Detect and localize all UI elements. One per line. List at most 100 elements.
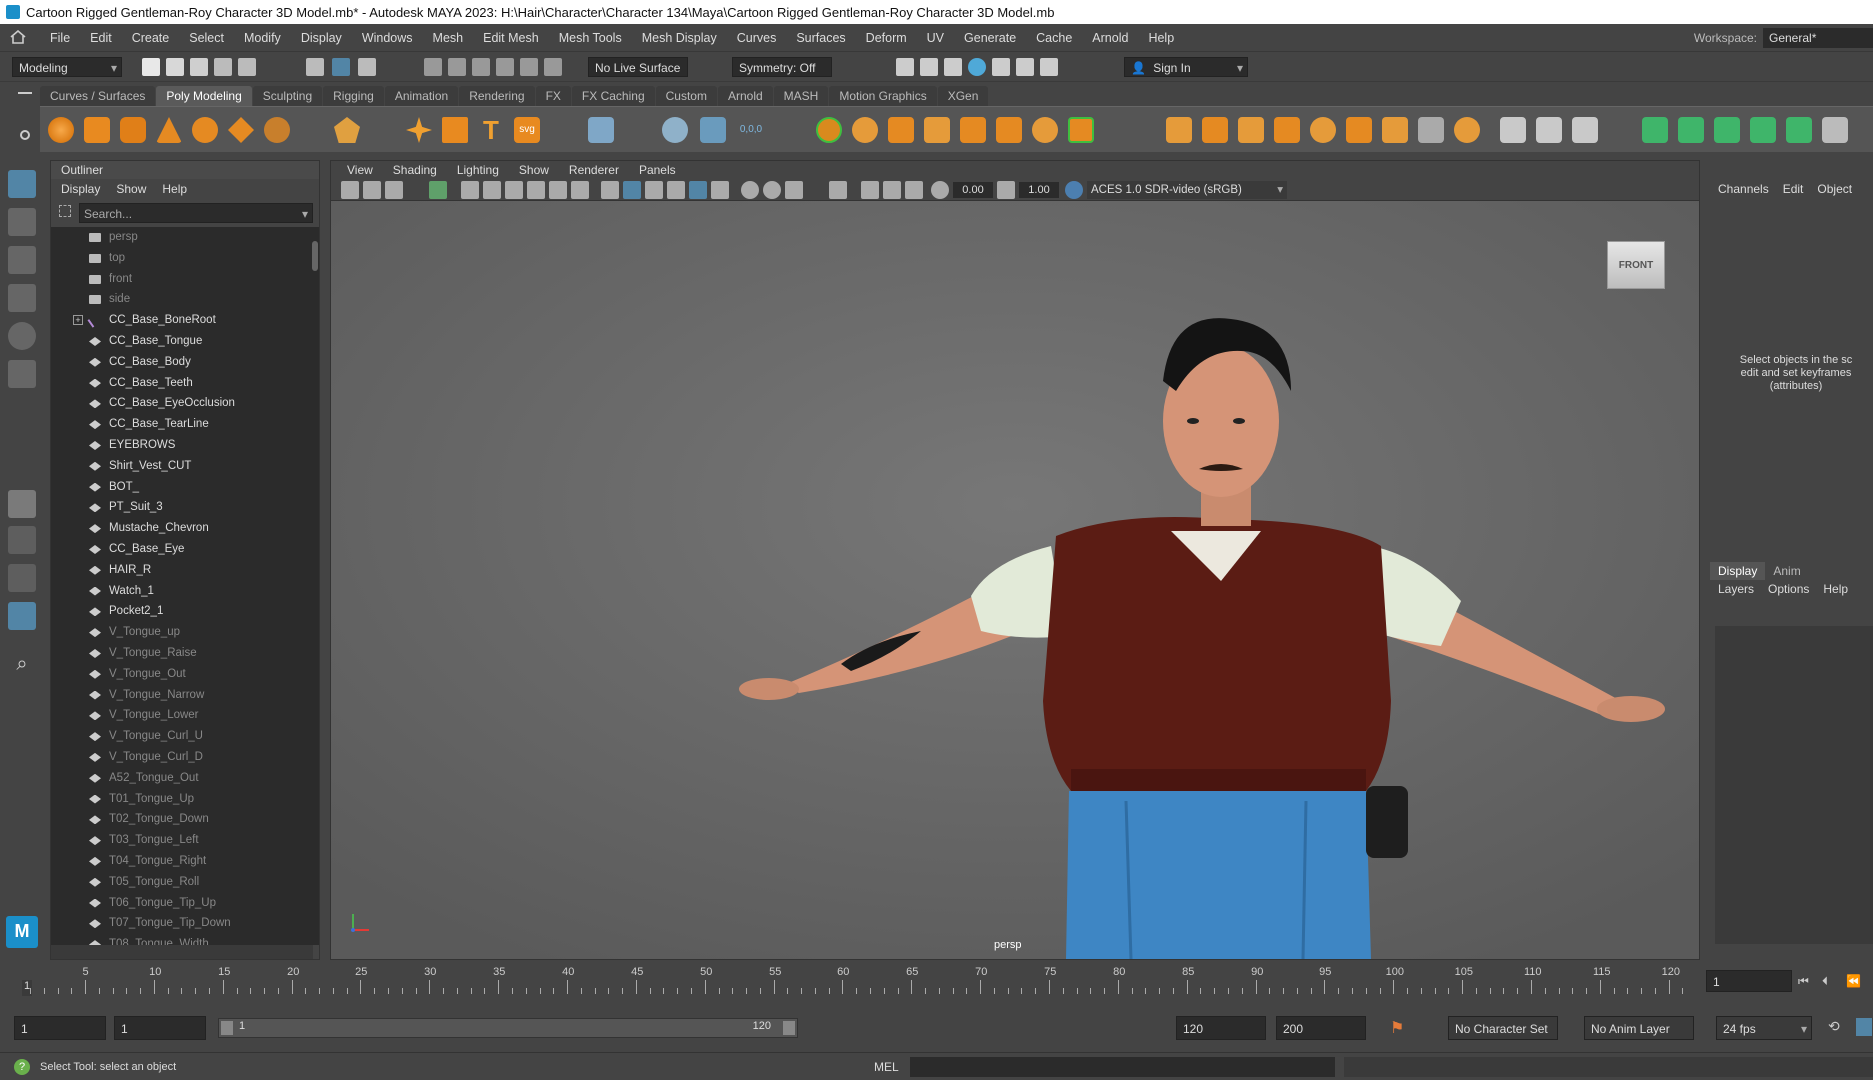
outliner-item[interactable]: Watch_1 bbox=[51, 581, 313, 602]
shelf-settings-icon[interactable] bbox=[20, 130, 30, 140]
anim-layer-dropdown[interactable]: No Anim Layer bbox=[1584, 1016, 1694, 1040]
bevel-icon[interactable] bbox=[1068, 117, 1094, 143]
home-icon[interactable] bbox=[10, 29, 26, 44]
menu-set-dropdown[interactable]: Modeling ▾ bbox=[12, 57, 122, 77]
menu-item-modify[interactable]: Modify bbox=[234, 24, 291, 52]
render-current-icon[interactable] bbox=[896, 58, 914, 76]
fps-dropdown[interactable]: 24 fps ▾ bbox=[1716, 1016, 1812, 1040]
outliner-layout-icon[interactable] bbox=[8, 602, 36, 630]
single-perspective-layout-icon[interactable] bbox=[8, 490, 36, 518]
live-surface-field[interactable]: No Live Surface bbox=[588, 57, 688, 77]
select-component-icon[interactable] bbox=[358, 58, 376, 76]
outliner-item[interactable]: top bbox=[51, 248, 313, 269]
select-hierarchy-icon[interactable] bbox=[306, 58, 324, 76]
camera-attr-icon[interactable] bbox=[363, 181, 381, 199]
menu-item-windows[interactable]: Windows bbox=[352, 24, 423, 52]
viewport-menu-show[interactable]: Show bbox=[509, 161, 559, 179]
script-language-label[interactable]: MEL bbox=[874, 1060, 899, 1074]
sign-in-button[interactable]: 👤 Sign In ▾ bbox=[1124, 57, 1248, 77]
snap-curve-icon[interactable] bbox=[448, 58, 466, 76]
range-end-handle[interactable] bbox=[783, 1021, 795, 1035]
viewport-menu-view[interactable]: View bbox=[337, 161, 383, 179]
rotate-tool-icon[interactable] bbox=[8, 322, 36, 350]
gate-mask-icon[interactable] bbox=[527, 181, 545, 199]
render-ipr-icon[interactable] bbox=[920, 58, 938, 76]
field-chart-icon[interactable] bbox=[549, 181, 567, 199]
outliner-item[interactable]: side bbox=[51, 289, 313, 310]
viewport-menu-shading[interactable]: Shading bbox=[383, 161, 447, 179]
camera-select-icon[interactable] bbox=[341, 181, 359, 199]
xray-joints-icon[interactable] bbox=[883, 181, 901, 199]
menu-item-select[interactable]: Select bbox=[179, 24, 234, 52]
outliner-item[interactable]: persp bbox=[51, 227, 313, 248]
exposure-icon[interactable] bbox=[931, 181, 949, 199]
combine-icon[interactable] bbox=[816, 117, 842, 143]
soft-select-icon[interactable] bbox=[1572, 117, 1598, 143]
shelf-tab-xgen[interactable]: XGen bbox=[937, 86, 989, 106]
search-icon[interactable]: ⌕ bbox=[8, 650, 36, 678]
shelf-tab-rigging[interactable]: Rigging bbox=[323, 86, 384, 106]
shelf-tab-custom[interactable]: Custom bbox=[655, 86, 717, 106]
anim-prefs-icon[interactable] bbox=[1856, 1018, 1872, 1036]
center-pivot-icon[interactable] bbox=[662, 117, 688, 143]
channel-box-menu-edit[interactable]: Edit bbox=[1783, 182, 1804, 196]
channel-box-menu-channels[interactable]: Channels bbox=[1718, 182, 1769, 196]
outliner-item[interactable]: V_Tongue_up bbox=[51, 622, 313, 643]
uv-automatic-icon[interactable] bbox=[1750, 117, 1776, 143]
menu-item-surfaces[interactable]: Surfaces bbox=[786, 24, 855, 52]
viewport-menu-renderer[interactable]: Renderer bbox=[559, 161, 629, 179]
anim-end-field[interactable]: 200 bbox=[1276, 1016, 1366, 1040]
save-scene-icon[interactable] bbox=[190, 58, 208, 76]
workspace-selector[interactable]: Workspace: General* bbox=[1694, 28, 1873, 48]
lasso-tool-icon[interactable] bbox=[8, 208, 36, 236]
svg-tool-icon[interactable]: svg bbox=[514, 117, 540, 143]
shelf-tab-poly-modeling[interactable]: Poly Modeling bbox=[156, 86, 252, 106]
render-settings-icon[interactable] bbox=[944, 58, 962, 76]
time-slider[interactable]: 1 5 10 15 20 25 30 35 40 45 50 55 60 65 70 75 80 85 90 95 1… bbox=[0, 960, 1873, 1004]
viewport-menu-panels[interactable]: Panels bbox=[629, 161, 686, 179]
outliner-item[interactable]: V_Tongue_Lower bbox=[51, 705, 313, 726]
scale-tool-icon[interactable] bbox=[8, 360, 36, 388]
poly-sphere-icon[interactable] bbox=[48, 117, 74, 143]
outliner-item[interactable]: CC_Base_EyeOcclusion bbox=[51, 393, 313, 414]
snap-view-icon[interactable] bbox=[496, 58, 514, 76]
backface-icon[interactable] bbox=[905, 181, 923, 199]
uv-spherical-icon[interactable] bbox=[1714, 117, 1740, 143]
scrollbar-thumb[interactable] bbox=[312, 241, 318, 271]
outliner-item[interactable]: T03_Tongue_Left bbox=[51, 830, 313, 851]
sweep-mesh-icon[interactable] bbox=[442, 117, 468, 143]
resolution-gate-icon[interactable] bbox=[505, 181, 523, 199]
outliner-item[interactable]: + CC_Base_BoneRoot bbox=[51, 310, 313, 331]
mirror-icon[interactable] bbox=[960, 117, 986, 143]
playback-end-field[interactable]: 120 bbox=[1176, 1016, 1266, 1040]
super-shape-icon[interactable] bbox=[406, 117, 432, 143]
shelf-tab-animation[interactable]: Animation bbox=[384, 86, 459, 106]
menu-item-display[interactable]: Display bbox=[291, 24, 352, 52]
menu-item-file[interactable]: File bbox=[40, 24, 80, 52]
menu-item-generate[interactable]: Generate bbox=[954, 24, 1026, 52]
bookmark-icon[interactable] bbox=[385, 181, 403, 199]
grease-pencil-icon[interactable] bbox=[429, 181, 447, 199]
menu-item-curves[interactable]: Curves bbox=[727, 24, 787, 52]
insert-edge-loop-icon[interactable] bbox=[1274, 117, 1300, 143]
gamma-field[interactable]: 1.00 bbox=[1019, 182, 1059, 198]
shelf-tab-motion-graphics[interactable]: Motion Graphics bbox=[829, 86, 937, 106]
shelf-menu-icon[interactable] bbox=[18, 92, 32, 94]
view-cube[interactable]: FRONT bbox=[1607, 241, 1665, 289]
render-view-icon[interactable] bbox=[992, 58, 1010, 76]
color-management-icon[interactable] bbox=[1065, 181, 1083, 199]
open-scene-icon[interactable] bbox=[166, 58, 184, 76]
outliner-item[interactable]: A52_Tongue_Out bbox=[51, 768, 313, 789]
outliner-item[interactable]: T08_Tongue_Width bbox=[51, 934, 313, 945]
xray-icon[interactable] bbox=[861, 181, 879, 199]
platonic-solid-icon[interactable] bbox=[334, 117, 360, 143]
outliner-horizontal-scrollbar[interactable] bbox=[51, 945, 313, 959]
outliner-item[interactable]: PT_Suit_3 bbox=[51, 497, 313, 518]
outliner-item[interactable]: T04_Tongue_Right bbox=[51, 851, 313, 872]
wireframe-on-shaded-icon[interactable] bbox=[645, 181, 663, 199]
outliner-item[interactable]: EYEBROWS bbox=[51, 435, 313, 456]
menu-item-edit-mesh[interactable]: Edit Mesh bbox=[473, 24, 549, 52]
shelf-tab-fx[interactable]: FX bbox=[535, 86, 571, 106]
snap-surface-icon[interactable] bbox=[520, 58, 538, 76]
layer-menu-help[interactable]: Help bbox=[1823, 582, 1848, 596]
